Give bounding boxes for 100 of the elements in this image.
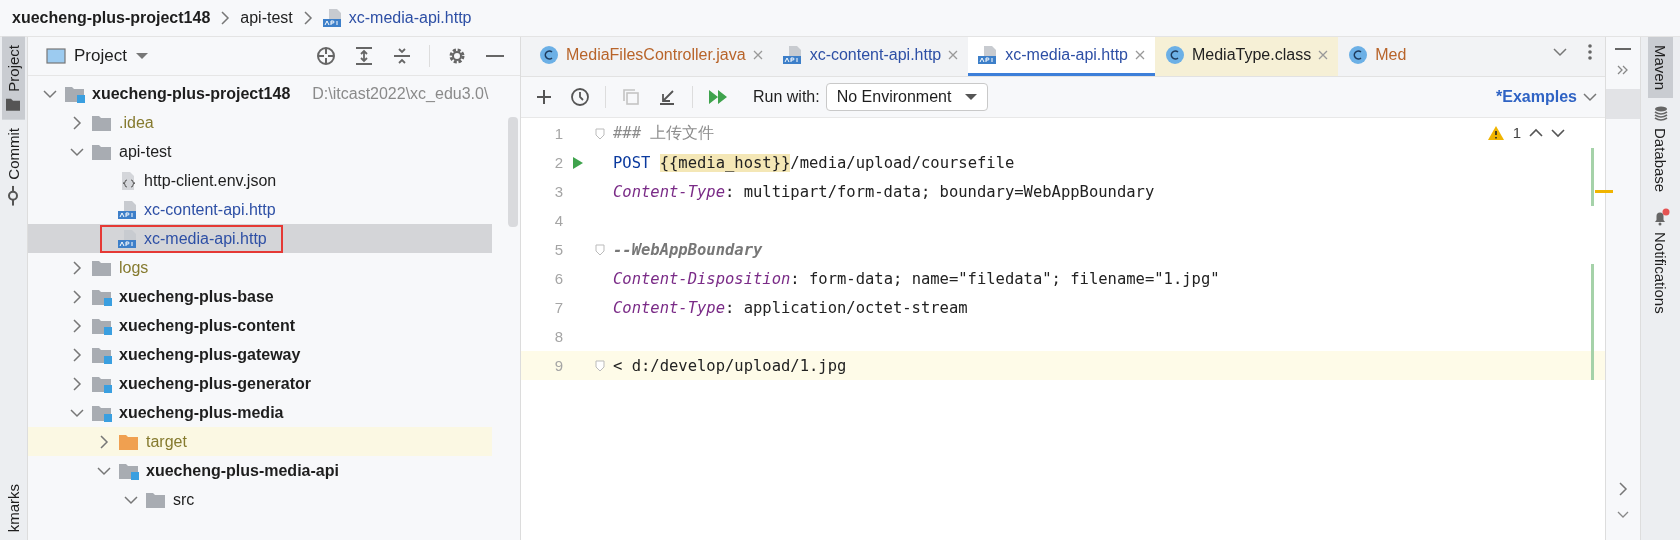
next-icon[interactable]: [1551, 127, 1565, 138]
chevron-right-icon[interactable]: [72, 318, 82, 333]
line-number: 8: [553, 328, 563, 345]
separator-icon[interactable]: [302, 11, 313, 25]
tree-item[interactable]: xc-media-api.http: [28, 224, 492, 253]
folder-icon: [91, 113, 113, 132]
window-icon: [46, 48, 66, 64]
close-icon[interactable]: [1318, 50, 1329, 60]
line-number: 2: [553, 154, 563, 171]
history-icon[interactable]: [570, 87, 590, 107]
editor-tab[interactable]: Med: [1338, 37, 1417, 76]
tool-window-button[interactable]: Project: [2, 37, 25, 120]
code-line: Content-Type: multipart/form-data; boundary=WebAppBoundary: [612, 182, 1155, 201]
tree-item[interactable]: xuecheng-plus-media-api: [28, 456, 492, 485]
code-line: Content-Disposition: form-data; name="filedata"; filename="1.jpg": [612, 269, 1220, 288]
panel-title[interactable]: Project: [74, 46, 127, 66]
tool-window-button[interactable]: Database: [1648, 98, 1673, 201]
examples-link[interactable]: *Examples: [1496, 88, 1577, 106]
tree-item[interactable]: xuecheng-plus-gateway: [28, 340, 492, 369]
chevron-right-icon[interactable]: [72, 115, 82, 130]
collapse-all-icon[interactable]: [392, 46, 412, 66]
dropdown-icon: [965, 93, 978, 101]
more-icon[interactable]: [1588, 43, 1592, 61]
chevron-down-icon[interactable]: [124, 494, 138, 505]
tool-window-button[interactable]: Notifications: [1647, 200, 1674, 322]
folder-icon: [91, 142, 113, 161]
tree-item[interactable]: target: [28, 427, 492, 456]
module-folder-icon: [91, 374, 113, 393]
editor-tab[interactable]: xc-content-api.http: [772, 37, 969, 76]
previous-icon[interactable]: [1529, 127, 1543, 138]
close-icon[interactable]: [948, 50, 959, 60]
run-with-label: Run with:: [753, 88, 820, 106]
api-file-icon: [118, 228, 138, 249]
chevron-right-icon[interactable]: [99, 434, 109, 449]
locate-icon[interactable]: [315, 45, 337, 67]
tree-item[interactable]: .idea: [28, 108, 492, 137]
code-line: ### 上传文件: [612, 123, 715, 144]
code-line: Content-Type: application/octet-stream: [612, 298, 968, 317]
close-icon[interactable]: [752, 50, 763, 60]
chevron-down-icon[interactable]: [70, 146, 84, 157]
close-icon[interactable]: [1135, 50, 1145, 60]
breadcrumb-item[interactable]: api-test: [240, 9, 293, 27]
chevron-down-icon[interactable]: [97, 465, 111, 476]
warning-count[interactable]: 1: [1512, 124, 1521, 141]
editor-tab[interactable]: xc-media-api.http: [968, 37, 1155, 76]
chevron-down-icon[interactable]: [1583, 92, 1597, 102]
tree-item[interactable]: xuecheng-plus-generator: [28, 369, 492, 398]
tree-item[interactable]: logs: [28, 253, 492, 282]
double-chevron-icon[interactable]: [1617, 65, 1629, 75]
dropdown-icon[interactable]: [134, 51, 149, 61]
tree-item[interactable]: xuecheng-plus-base: [28, 282, 492, 311]
file-path: D:\itcast2022\xc_edu3.0\: [312, 84, 489, 103]
import-icon[interactable]: [658, 88, 676, 106]
environment-dropdown[interactable]: No Environment: [825, 83, 989, 111]
folder-icon: [5, 97, 22, 112]
breadcrumb-item[interactable]: xc-media-api.http: [348, 9, 472, 27]
chevron-down-icon[interactable]: [1553, 47, 1567, 57]
chevron-right-icon[interactable]: [72, 289, 82, 304]
line-number: 7: [553, 299, 563, 316]
tree-item[interactable]: api-test: [28, 137, 492, 166]
chevron-down-icon[interactable]: [70, 407, 84, 418]
chevron-right-icon[interactable]: [72, 260, 82, 275]
line-number: 4: [553, 212, 563, 229]
warning-icon[interactable]: [1486, 124, 1505, 141]
highlight-frame: xc-media-api.http: [100, 224, 283, 253]
add-icon[interactable]: [535, 88, 553, 106]
breadcrumb-item[interactable]: xuecheng-plus-project148: [12, 9, 211, 27]
minimize-icon[interactable]: [486, 54, 504, 58]
run-all-icon[interactable]: [707, 88, 729, 106]
folder-icon: [91, 258, 113, 277]
api-file-icon: [978, 45, 999, 65]
code-line: --WebAppBoundary: [612, 240, 763, 259]
api-file-icon: [782, 45, 803, 65]
chevron-down-icon[interactable]: [43, 88, 57, 99]
settings-icon[interactable]: [447, 46, 467, 66]
tree-item[interactable]: http-client.env.json: [28, 166, 492, 195]
module-folder-icon: [91, 316, 113, 335]
module-folder-icon: [91, 287, 113, 306]
tree-item[interactable]: xuecheng-plus-content: [28, 311, 492, 340]
chevron-right-icon[interactable]: [72, 347, 82, 362]
tree-item[interactable]: xuecheng-plus-media: [28, 398, 492, 427]
tree-item[interactable]: src: [28, 485, 492, 514]
minimize-icon[interactable]: [1615, 47, 1631, 51]
separator-icon[interactable]: [220, 11, 231, 25]
editor-tab[interactable]: MediaType.class: [1155, 37, 1339, 76]
scrollbar-thumb[interactable]: [1605, 89, 1641, 119]
tree-item[interactable]: xuecheng-plus-project148 D:\itcast2022\xc_edu3.0\: [28, 79, 492, 108]
module-folder-icon: [91, 345, 113, 364]
expand-all-icon[interactable]: [354, 46, 374, 66]
tool-window-button[interactable]: Commit: [2, 119, 25, 214]
line-number: 5: [553, 241, 563, 258]
scrollbar-thumb[interactable]: [508, 117, 518, 227]
tree-item[interactable]: xc-content-api.http: [28, 195, 492, 224]
run-icon[interactable]: [572, 155, 584, 170]
chevron-right-icon[interactable]: [72, 376, 82, 391]
chevron-down-icon[interactable]: [1617, 510, 1629, 520]
tool-window-button[interactable]: Maven: [1648, 37, 1673, 99]
editor-tab[interactable]: MediaFilesController.java: [529, 37, 773, 76]
tool-window-button[interactable]: kmarks: [2, 475, 25, 540]
chevron-right-icon[interactable]: [1618, 482, 1628, 496]
